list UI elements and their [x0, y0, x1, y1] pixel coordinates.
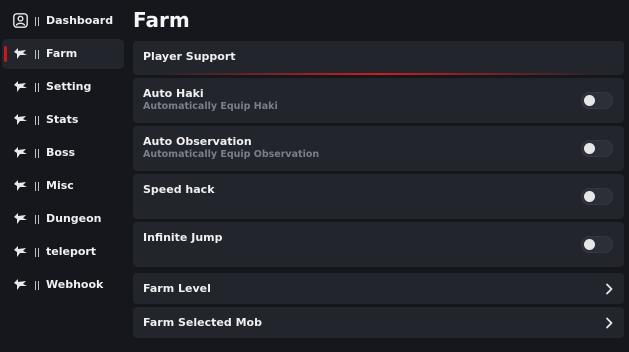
dropdown-title: Farm Selected Mob: [143, 316, 262, 329]
active-indicator: [4, 46, 7, 62]
shark-icon: [13, 46, 28, 61]
chevron-right-icon: [602, 281, 616, 295]
separator-icon: [35, 17, 39, 26]
toggle-description: Automatically Equip Haki: [143, 101, 278, 112]
farm-level-dropdown[interactable]: Farm Level: [133, 273, 624, 304]
toggle-knob: [584, 239, 595, 250]
sidebar-item-stats[interactable]: Stats: [0, 105, 126, 135]
toggle-row-infinite-jump: Infinite Jump: [133, 222, 624, 267]
toggle-title: Auto Haki: [143, 87, 204, 100]
toggle-row-auto-haki: Auto Haki Automatically Equip Haki: [133, 78, 624, 123]
toggle-knob: [584, 143, 595, 154]
sidebar-item-label: Dashboard: [46, 14, 114, 27]
section-divider: [153, 73, 604, 75]
separator-icon: [35, 281, 39, 290]
shark-icon: [13, 277, 28, 292]
sidebar-item-label: Farm: [46, 47, 78, 60]
auto-haki-toggle[interactable]: [581, 92, 613, 109]
shark-icon: [13, 244, 28, 259]
sidebar-item-dungeon[interactable]: Dungeon: [0, 204, 126, 234]
sidebar-item-label: Misc: [46, 179, 74, 192]
toggle-description: Automatically Equip Observation: [143, 149, 320, 160]
app-window: Dashboard Farm Setting Stats Boss Misc D…: [0, 0, 629, 352]
sidebar-item-label: Dungeon: [46, 212, 102, 225]
toggle-row-speed-hack: Speed hack: [133, 174, 624, 219]
shark-icon: [13, 79, 28, 94]
farm-selected-mob-dropdown[interactable]: Farm Selected Mob: [133, 307, 624, 338]
sidebar-item-label: Stats: [46, 113, 79, 126]
shark-icon: [13, 145, 28, 160]
shark-icon: [13, 112, 28, 127]
separator-icon: [35, 182, 39, 191]
sidebar-item-webhook[interactable]: Webhook: [0, 270, 126, 300]
sidebar-item-teleport[interactable]: teleport: [0, 237, 126, 267]
toggle-row-auto-observation: Auto Observation Automatically Equip Obs…: [133, 126, 624, 171]
section-header: Player Support: [133, 41, 624, 75]
page-title: Farm: [133, 8, 190, 32]
sidebar-item-misc[interactable]: Misc: [0, 171, 126, 201]
separator-icon: [35, 248, 39, 257]
separator-icon: [35, 116, 39, 125]
auto-observation-toggle[interactable]: [581, 140, 613, 157]
separator-icon: [35, 149, 39, 158]
sidebar-item-farm[interactable]: Farm: [2, 39, 124, 69]
sidebar-item-boss[interactable]: Boss: [0, 138, 126, 168]
separator-icon: [35, 50, 39, 59]
toggle-title: Auto Observation: [143, 135, 252, 148]
sidebar-item-dashboard[interactable]: Dashboard: [0, 6, 126, 36]
sidebar-item-label: Boss: [46, 146, 76, 159]
toggle-knob: [584, 95, 595, 106]
toggle-title: Speed hack: [143, 183, 215, 196]
toggle-title: Infinite Jump: [143, 231, 223, 244]
sidebar-item-label: teleport: [46, 245, 97, 258]
section-label: Player Support: [143, 50, 236, 63]
sidebar: Dashboard Farm Setting Stats Boss Misc D…: [0, 6, 126, 303]
dropdown-title: Farm Level: [143, 282, 211, 295]
sidebar-item-label: Webhook: [46, 278, 104, 291]
speed-hack-toggle[interactable]: [581, 188, 613, 205]
infinite-jump-toggle[interactable]: [581, 236, 613, 253]
chevron-right-icon: [602, 315, 616, 329]
separator-icon: [35, 215, 39, 224]
user-profile-icon: [13, 13, 28, 28]
shark-icon: [13, 178, 28, 193]
sidebar-item-label: Setting: [46, 80, 92, 93]
shark-icon: [13, 211, 28, 226]
sidebar-item-setting[interactable]: Setting: [0, 72, 126, 102]
separator-icon: [35, 83, 39, 92]
toggle-knob: [584, 191, 595, 202]
